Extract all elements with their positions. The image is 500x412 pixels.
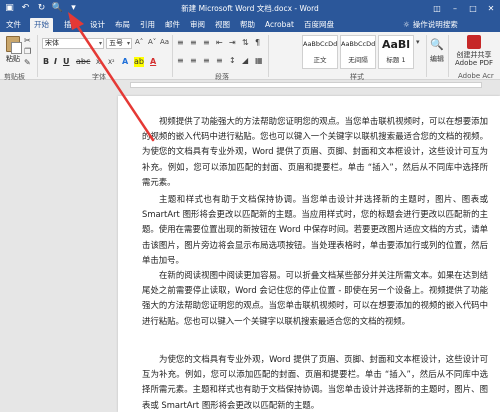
- shrink-font-icon[interactable]: A˅: [148, 38, 156, 46]
- tell-me-search[interactable]: ☼ 操作说明搜索: [403, 19, 458, 30]
- style-name: 标题 1: [386, 56, 406, 64]
- font-size-value: 五号: [109, 39, 123, 47]
- chevron-down-icon: ▾: [98, 40, 102, 47]
- numbering-icon[interactable]: ≡: [190, 38, 197, 47]
- adobe-pdf-icon: [467, 35, 481, 49]
- tab-mailings[interactable]: 邮件: [161, 18, 184, 32]
- paragraph-1: 视频提供了功能强大的方法帮助您证明您的观点。当您单击联机视频时，可以在想要添加的…: [142, 116, 488, 187]
- paragraph-3: 在新的阅读视图中阅读更加容易。可以折叠文档某些部分并关注所需文本。如果在达到结尾…: [142, 270, 488, 326]
- shading-icon[interactable]: ◢: [242, 56, 248, 65]
- maximize-icon[interactable]: □: [464, 0, 482, 16]
- tab-help[interactable]: 帮助: [236, 18, 259, 32]
- tab-file[interactable]: 文件: [2, 18, 25, 32]
- divider: [426, 35, 427, 77]
- paste-icon[interactable]: [6, 36, 22, 54]
- align-right-icon[interactable]: ≡: [203, 56, 210, 65]
- style-normal[interactable]: AaBbCcDd 正文: [302, 35, 338, 69]
- tab-home[interactable]: 开始: [30, 18, 53, 32]
- font-size-combo[interactable]: 五号 ▾: [106, 38, 132, 49]
- style-sample: AaBbCcDd: [341, 40, 376, 48]
- align-left-icon[interactable]: ≡: [177, 56, 184, 65]
- style-sample: AaBl: [381, 38, 411, 51]
- window-controls: ◫ – □ ✕: [428, 0, 500, 16]
- ribbon: 粘贴 ✂ ❐ ✎ 剪贴板 宋体 ▾ 五号 ▾ A˄ A˅ Aa B I U ab…: [0, 32, 500, 81]
- window-title: 新建 Microsoft Word 文档.docx - Word: [181, 4, 319, 13]
- minimize-icon[interactable]: –: [446, 0, 464, 16]
- highlight-icon[interactable]: ab: [134, 57, 144, 67]
- font-name-combo[interactable]: 宋体 ▾: [42, 38, 104, 49]
- create-share-pdf-button[interactable]: 创建并共享 Adobe PDF: [450, 35, 498, 67]
- editing-button[interactable]: 🔍 编辑: [429, 38, 445, 64]
- tab-insert[interactable]: 插入: [60, 18, 83, 32]
- document-page[interactable]: 视频提供了功能强大的方法帮助您证明您的观点。当您单击联机视频时，可以在想要添加的…: [118, 96, 500, 412]
- justify-icon[interactable]: ≡: [216, 56, 223, 65]
- divider: [172, 35, 173, 77]
- tab-review[interactable]: 审阅: [186, 18, 209, 32]
- tab-design[interactable]: 设计: [86, 18, 109, 32]
- sort-icon[interactable]: ⇅: [242, 38, 249, 47]
- divider: [37, 35, 38, 77]
- font-name-value: 宋体: [45, 39, 59, 47]
- ruler: [0, 80, 500, 90]
- change-case-icon[interactable]: Aa: [160, 38, 169, 46]
- style-heading-1[interactable]: AaBl 标题 1: [378, 35, 414, 69]
- tab-view[interactable]: 视图: [211, 18, 234, 32]
- editing-label: 编辑: [430, 55, 444, 63]
- tell-me-label: 操作说明搜索: [412, 20, 458, 29]
- style-name: 无间隔: [348, 56, 368, 64]
- ribbon-tabs: 文件 开始 插入 设计 布局 引用 邮件 审阅 视图 帮助 Acrobat 百度…: [0, 16, 500, 32]
- tab-layout[interactable]: 布局: [111, 18, 134, 32]
- ribbon-display-icon[interactable]: ◫: [428, 0, 446, 16]
- paragraph-4: 为使您的文档具有专业外观，Word 提供了页眉、页脚、封面和文本框设计，这些设计…: [142, 354, 488, 410]
- divider: [448, 35, 449, 77]
- format-painter-icon[interactable]: ✎: [24, 58, 31, 67]
- italic-icon[interactable]: I: [54, 57, 57, 67]
- bold-icon[interactable]: B: [43, 57, 49, 67]
- search-icon: 🔍: [430, 38, 444, 51]
- show-marks-icon[interactable]: ¶: [255, 38, 260, 47]
- line-spacing-icon[interactable]: ↕: [229, 56, 236, 65]
- bullets-icon[interactable]: ≡: [177, 38, 184, 47]
- style-sample: AaBbCcDd: [303, 40, 338, 48]
- subscript-icon[interactable]: X₂: [96, 59, 103, 69]
- tab-references[interactable]: 引用: [136, 18, 159, 32]
- superscript-icon[interactable]: X²: [108, 59, 115, 69]
- underline-icon[interactable]: U: [63, 57, 70, 67]
- title-bar: ▣ ↶ ↻ 🔍 ▾ 新建 Microsoft Word 文档.docx - Wo…: [0, 0, 500, 16]
- font-color-icon[interactable]: A: [150, 57, 156, 67]
- styles-more-icon[interactable]: ▾: [416, 38, 420, 46]
- decrease-indent-icon[interactable]: ⇤: [216, 38, 223, 47]
- ruler-track[interactable]: [130, 82, 482, 88]
- lightbulb-icon: ☼: [403, 20, 410, 29]
- create-share-pdf-label: 创建并共享 Adobe PDF: [454, 51, 493, 67]
- divider: [268, 35, 269, 77]
- tab-acrobat[interactable]: Acrobat: [261, 18, 298, 32]
- increase-indent-icon[interactable]: ⇥: [229, 38, 236, 47]
- grow-font-icon[interactable]: A˄: [135, 38, 143, 46]
- paste-button[interactable]: 粘贴: [6, 54, 20, 64]
- multilevel-list-icon[interactable]: ≡: [203, 38, 210, 47]
- align-center-icon[interactable]: ≡: [190, 56, 197, 65]
- text-effects-icon[interactable]: A: [122, 57, 128, 67]
- style-name: 正文: [313, 56, 327, 64]
- cut-icon[interactable]: ✂: [24, 36, 31, 45]
- borders-icon[interactable]: ▦: [255, 56, 263, 65]
- tab-baidu-netdisk[interactable]: 百度网盘: [300, 18, 338, 32]
- paragraph-2: 主题和样式也有助于文档保持协调。当您单击设计并选择新的主题时，图片、图表或 Sm…: [142, 194, 488, 265]
- chevron-down-icon: ▾: [126, 40, 130, 47]
- strikethrough-icon[interactable]: abc: [76, 57, 90, 67]
- close-icon[interactable]: ✕: [482, 0, 500, 16]
- acrobat-group-label: Adobe Acr: [458, 72, 494, 80]
- style-no-spacing[interactable]: AaBbCcDd 无间隔: [340, 35, 376, 69]
- copy-icon[interactable]: ❐: [24, 47, 31, 56]
